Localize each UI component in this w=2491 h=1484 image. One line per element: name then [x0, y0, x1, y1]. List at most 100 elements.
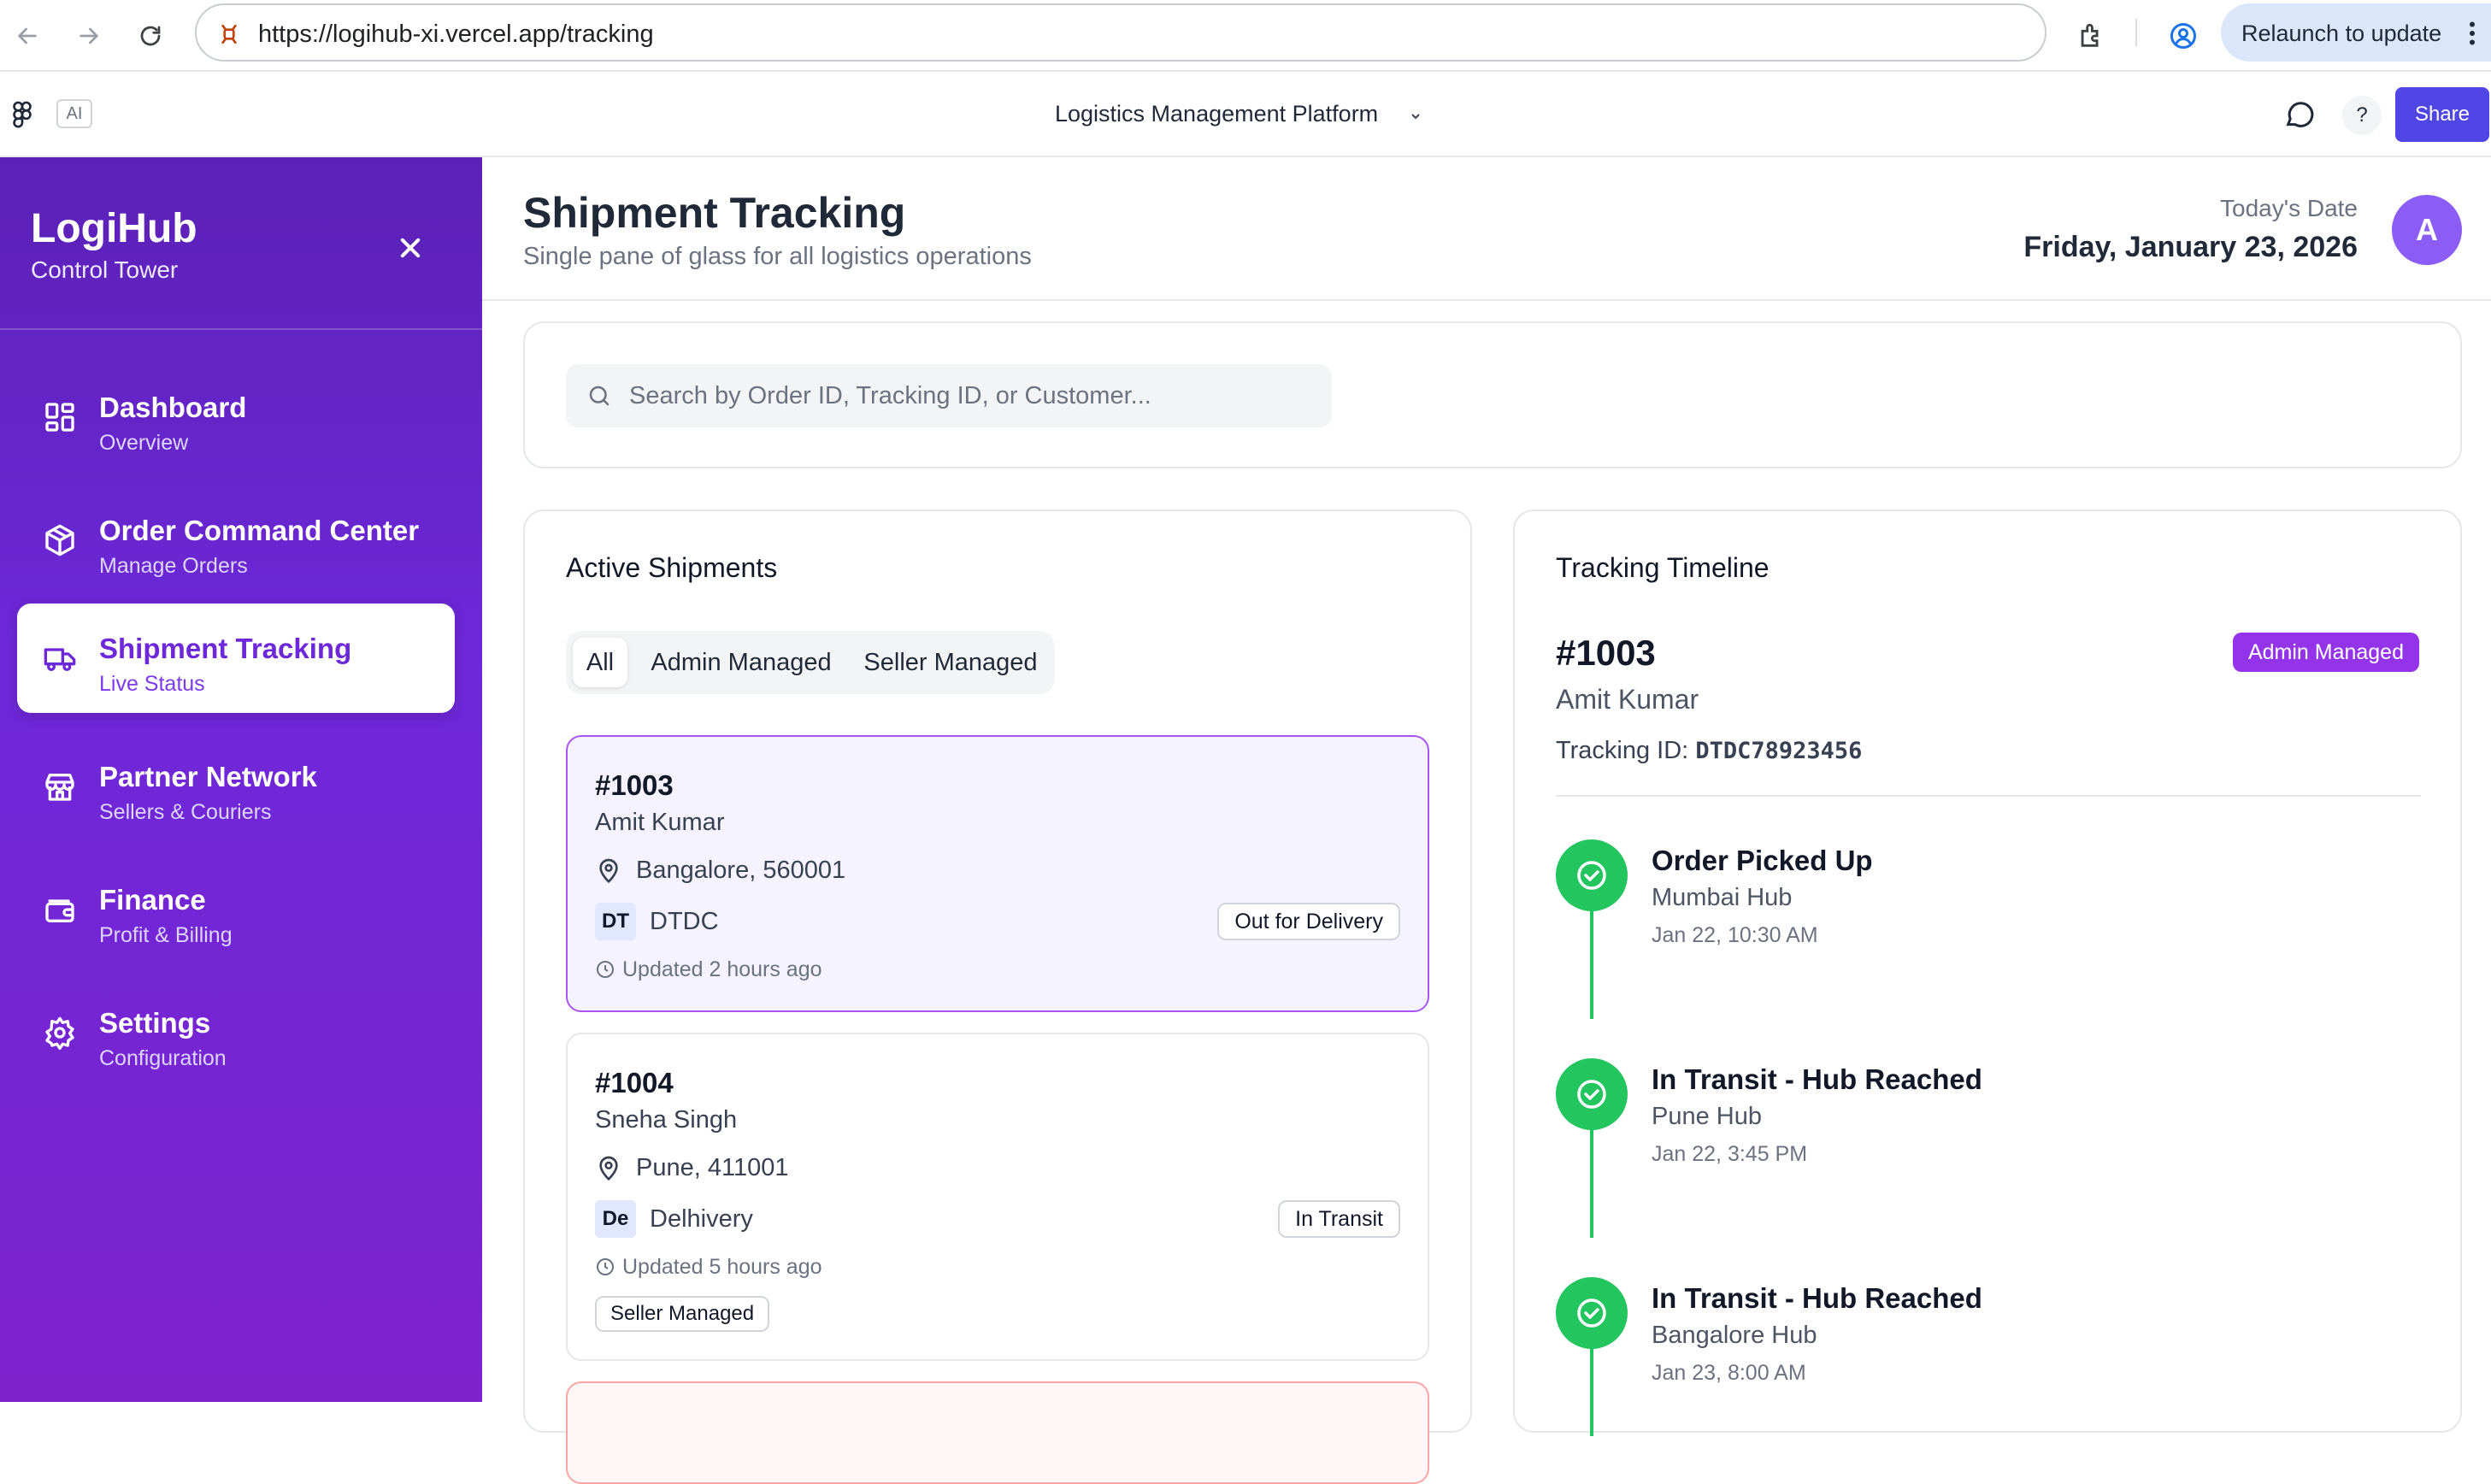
timeline-connector [1590, 896, 1593, 1019]
status-badge: Out for Delivery [1217, 903, 1400, 940]
filter-all[interactable]: All [573, 638, 627, 687]
panel-title: Active Shipments [566, 552, 778, 583]
url-text[interactable]: https://logihub-xi.vercel.app/tracking [258, 21, 654, 49]
sidebar-item-sublabel: Manage Orders [99, 554, 248, 578]
search-icon [586, 383, 612, 409]
shipment-id: #1004 [595, 1067, 674, 1098]
sidebar-item-label: Dashboard [99, 392, 247, 423]
profile-icon[interactable] [2163, 15, 2204, 56]
timeline-event-hub: Bangalore Hub [1652, 1322, 1817, 1349]
clock-icon [595, 959, 615, 980]
forward-icon[interactable] [68, 15, 109, 56]
date-value: Friday, January 23, 2026 [2023, 231, 2358, 263]
panel-title: Tracking Timeline [1556, 552, 1770, 583]
search-card [523, 321, 2462, 468]
shipment-card[interactable] [566, 1381, 1429, 1484]
sidebar-item-settings[interactable]: Settings Configuration [17, 978, 455, 1087]
sidebar-item-dashboard[interactable]: Dashboard Overview [17, 362, 455, 472]
updated-time: Updated 5 hours ago [622, 1255, 822, 1279]
status-badge: In Transit [1278, 1200, 1400, 1238]
check-circle-icon [1556, 1277, 1628, 1349]
sidebar-item-sublabel: Overview [99, 431, 189, 455]
project-title[interactable]: Logistics Management Platform [1055, 101, 1378, 127]
shipment-location: Bangalore, 560001 [636, 857, 846, 884]
shipment-id: #1003 [595, 769, 674, 801]
courier-badge: De [595, 1200, 636, 1238]
management-badge: Seller Managed [595, 1296, 770, 1332]
customer-name: Amit Kumar [595, 809, 725, 836]
figma-icon[interactable] [12, 101, 32, 130]
close-icon[interactable] [392, 229, 429, 267]
courier-name: Delhivery [650, 1205, 753, 1233]
brand-title: LogiHub [31, 206, 197, 251]
timeline-event-time: Jan 22, 10:30 AM [1652, 923, 1818, 947]
site-info-icon[interactable] [215, 21, 243, 48]
active-shipments-panel: Active Shipments All Admin Managed Selle… [523, 509, 1472, 1484]
toolbar-divider [2135, 19, 2137, 46]
tracking-id-row: Tracking ID: DTDC78923456 [1556, 737, 1862, 765]
tracking-id-label: Tracking ID: [1556, 737, 1689, 764]
relaunch-button[interactable]: Relaunch to update [2221, 3, 2491, 62]
share-button[interactable]: Share [2395, 87, 2489, 142]
sidebar-item-sublabel: Sellers & Couriers [99, 800, 272, 824]
avatar[interactable]: A [2392, 195, 2462, 265]
extensions-icon[interactable] [2070, 15, 2111, 56]
sidebar-item-finance[interactable]: Finance Profit & Billing [17, 855, 455, 964]
page-subtitle: Single pane of glass for all logistics o… [523, 243, 1032, 270]
customer-name: Sneha Singh [595, 1106, 738, 1134]
updated-time: Updated 2 hours ago [622, 957, 822, 981]
sidebar-item-sublabel: Live Status [99, 672, 205, 696]
sidebar-item-orders[interactable]: Order Command Center Manage Orders [17, 486, 455, 595]
search-box[interactable] [566, 364, 1332, 427]
courier-badge: DT [595, 903, 636, 940]
app-top-bar: AI Logistics Management Platform ? Share [0, 74, 2491, 157]
timeline-event-title: In Transit - Hub Reached [1652, 1063, 1982, 1095]
help-button[interactable]: ? [2342, 96, 2382, 135]
timeline-event-time: Jan 23, 8:00 AM [1652, 1361, 1806, 1385]
timeline-connector [1590, 1115, 1593, 1238]
shipment-location: Pune, 411001 [636, 1154, 789, 1181]
timeline-order-id: #1003 [1556, 633, 1656, 673]
sidebar: LogiHub Control Tower Dashboard Overview… [0, 157, 482, 1402]
tracking-timeline-panel: Tracking Timeline #1003 Admin Managed Am… [1513, 509, 2462, 1436]
timeline-event-time: Jan 22, 3:45 PM [1652, 1142, 1808, 1166]
more-vert-icon[interactable] [2467, 21, 2477, 46]
shipment-card[interactable]: #1003 Amit Kumar Bangalore, 560001 DT DT… [566, 735, 1429, 1012]
filter-seller-managed[interactable]: Seller Managed [853, 638, 1048, 687]
comment-icon[interactable] [2282, 97, 2317, 132]
sidebar-item-label: Partner Network [99, 761, 317, 792]
sidebar-item-label: Finance [99, 884, 206, 916]
shipment-card[interactable]: #1004 Sneha Singh Pune, 411001 De Delhiv… [566, 1033, 1429, 1361]
page-title: Shipment Tracking [523, 189, 906, 237]
clock-icon [595, 1257, 615, 1277]
timeline-event-title: Order Picked Up [1652, 845, 1873, 876]
address-bar[interactable]: https://logihub-xi.vercel.app/tracking [195, 3, 2046, 62]
sidebar-item-shipment-tracking[interactable]: Shipment Tracking Live Status [17, 604, 455, 713]
sidebar-item-label: Settings [99, 1007, 211, 1039]
timeline-connector [1590, 1334, 1593, 1436]
box-icon [43, 523, 77, 557]
timeline-divider [1556, 795, 2421, 797]
back-icon[interactable] [7, 15, 48, 56]
wallet-icon [43, 892, 77, 927]
sidebar-item-sublabel: Profit & Billing [99, 923, 233, 947]
filter-admin-managed[interactable]: Admin Managed [634, 638, 848, 687]
page-header: Shipment Tracking Single pane of glass f… [482, 157, 2491, 301]
tracking-id: DTDC78923456 [1695, 738, 1863, 764]
sidebar-item-partner-network[interactable]: Partner Network Sellers & Couriers [17, 732, 455, 841]
sidebar-divider [0, 328, 482, 330]
sidebar-item-label: Order Command Center [99, 515, 420, 546]
timeline-event-hub: Pune Hub [1652, 1103, 1762, 1130]
search-input[interactable] [629, 364, 1313, 427]
courier-name: DTDC [650, 908, 719, 935]
chevron-down-icon[interactable] [1409, 109, 1422, 123]
truck-icon [43, 641, 77, 675]
reload-icon[interactable] [130, 15, 171, 56]
store-icon [43, 769, 77, 804]
check-circle-icon [1556, 839, 1628, 911]
ai-badge[interactable]: AI [56, 99, 92, 128]
management-badge: Admin Managed [2232, 633, 2419, 672]
date-label: Today's Date [2220, 195, 2358, 221]
browser-toolbar: https://logihub-xi.vercel.app/tracking R… [0, 0, 2491, 72]
sidebar-item-sublabel: Configuration [99, 1046, 227, 1070]
